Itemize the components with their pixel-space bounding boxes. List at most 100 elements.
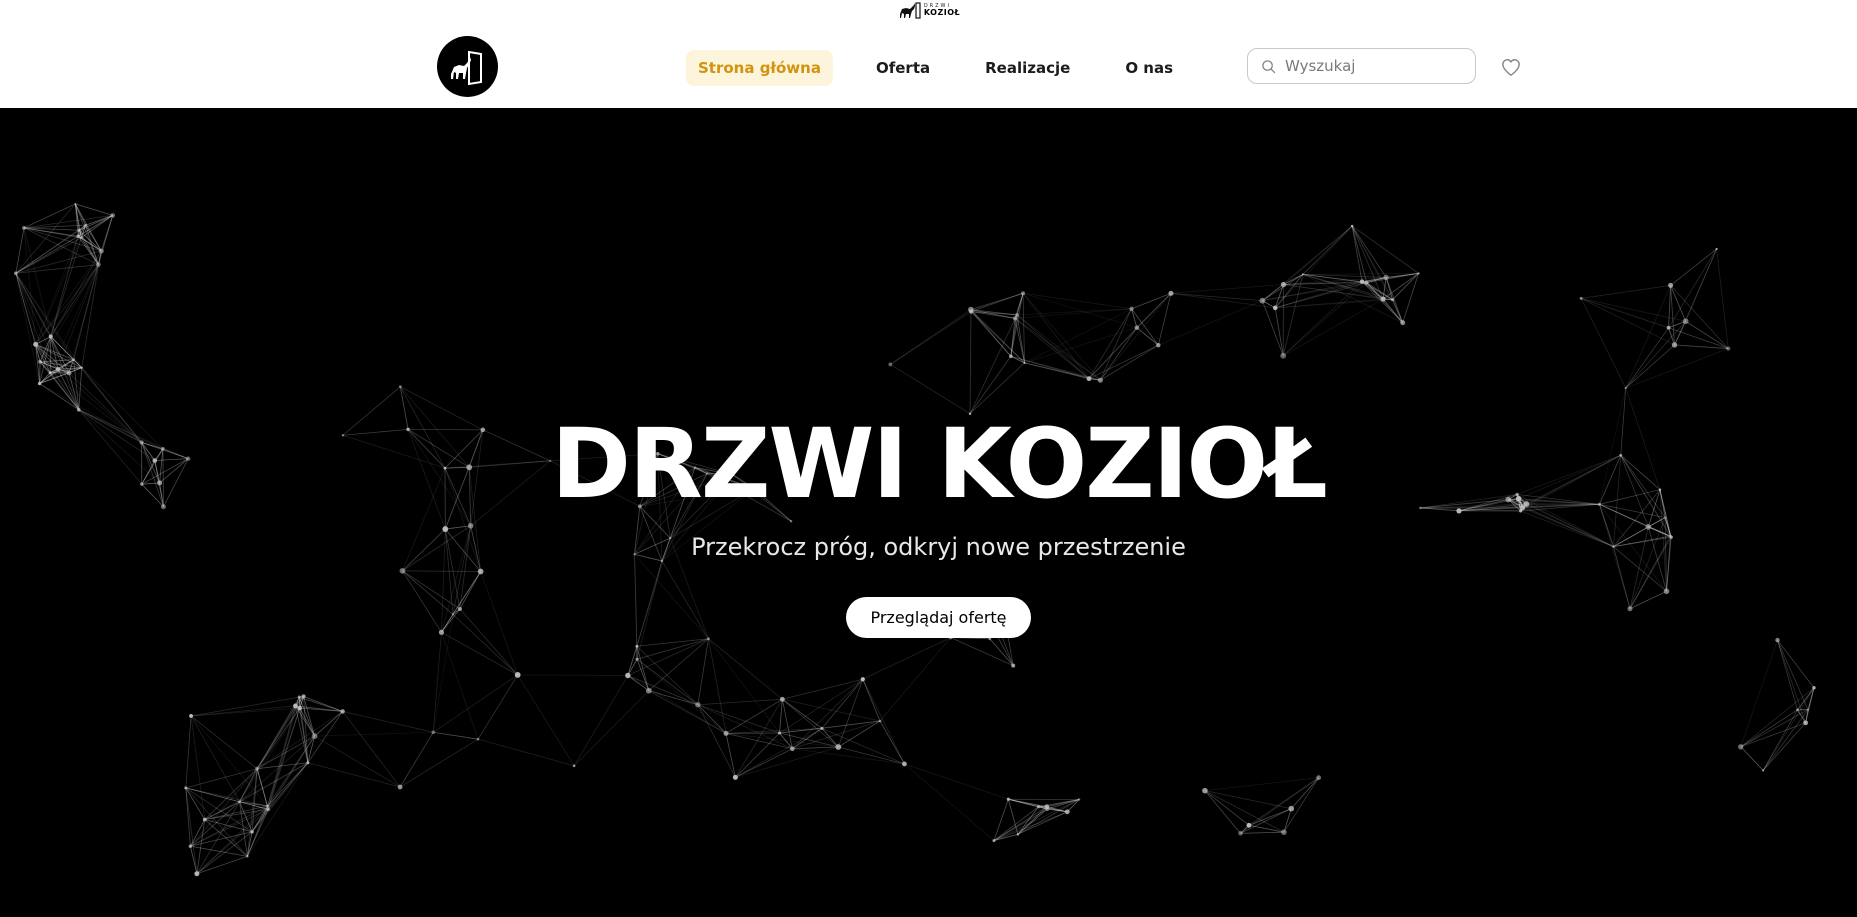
network-link	[459, 608, 518, 676]
mini-logo[interactable]: DRZWI KOZIOŁ	[897, 1, 960, 20]
network-node	[707, 637, 710, 641]
network-link	[15, 227, 25, 274]
network-node	[1246, 822, 1252, 828]
network-link	[402, 570, 481, 572]
network-link	[1762, 709, 1809, 771]
network-node	[1202, 787, 1208, 794]
network-link	[1580, 298, 1627, 389]
nav-item-oferta[interactable]: Oferta	[864, 50, 942, 86]
network-link	[1158, 300, 1263, 346]
network-node	[902, 761, 907, 767]
network-link	[1204, 790, 1250, 826]
network-link	[725, 732, 839, 748]
network-link	[452, 614, 518, 676]
network-node	[76, 234, 81, 239]
network-node	[255, 766, 260, 771]
network-link	[1625, 344, 1675, 389]
network-link	[1136, 293, 1172, 328]
network-link	[1740, 639, 1778, 747]
network-node	[77, 228, 81, 232]
network-link	[1022, 292, 1090, 379]
network-node	[110, 213, 116, 218]
network-node	[1044, 804, 1050, 809]
network-node	[992, 839, 996, 843]
network-node	[1380, 296, 1386, 302]
network-link	[1017, 811, 1068, 835]
network-link	[890, 309, 972, 365]
network-node	[1015, 312, 1020, 317]
search-box[interactable]	[1247, 48, 1476, 84]
network-node	[1036, 805, 1041, 809]
network-node	[1280, 281, 1287, 288]
network-link	[1170, 284, 1284, 294]
network-link	[1777, 639, 1806, 723]
network-link	[1022, 292, 1132, 310]
network-node	[48, 371, 52, 375]
network-link	[1262, 225, 1353, 301]
network-link	[1716, 248, 1729, 349]
network-link	[1010, 355, 1090, 380]
network-node	[1016, 833, 1020, 836]
network-node	[572, 764, 576, 768]
network-link	[185, 787, 240, 803]
network-link	[1282, 298, 1384, 357]
network-node	[732, 774, 738, 780]
nav-item-o-nas[interactable]: O nas	[1113, 50, 1185, 86]
network-link	[1402, 273, 1419, 323]
network-node	[194, 871, 200, 877]
network-node	[55, 366, 61, 372]
network-link	[989, 638, 1014, 666]
network-node	[306, 761, 310, 765]
network-link	[993, 806, 1048, 841]
network-node	[74, 202, 77, 205]
network-node	[477, 568, 484, 575]
network-link	[433, 731, 479, 740]
hero-subtitle: Przekrocz próg, odkryj nowe przestrzenie	[691, 533, 1186, 561]
network-link	[697, 698, 783, 706]
network-node	[1259, 297, 1266, 304]
search-input[interactable]	[1285, 57, 1455, 75]
network-link	[256, 711, 343, 770]
network-link	[433, 674, 518, 733]
network-node	[968, 306, 974, 313]
network-link	[1131, 308, 1138, 328]
network-link	[295, 705, 315, 737]
network-node	[37, 381, 42, 386]
network-link	[23, 227, 52, 337]
network-link	[1351, 225, 1387, 278]
network-node	[779, 696, 785, 702]
network-node	[1738, 744, 1744, 750]
mini-logo-word-big: KOZIOŁ	[923, 8, 961, 17]
network-link	[821, 678, 864, 729]
network-node	[635, 644, 639, 648]
network-link	[185, 787, 206, 820]
network-link	[904, 763, 1009, 800]
browse-offer-button[interactable]: Przeglądaj ofertę	[846, 597, 1031, 638]
heart-icon[interactable]	[1500, 57, 1522, 77]
site-logo[interactable]	[437, 36, 498, 97]
network-node	[1796, 708, 1799, 712]
goat-door-icon	[450, 50, 482, 85]
network-link	[1580, 298, 1675, 346]
network-link	[969, 356, 1012, 414]
network-node	[1666, 325, 1671, 330]
network-link	[1100, 344, 1159, 381]
network-link	[35, 237, 82, 345]
network-link	[185, 768, 258, 789]
network-link	[1625, 285, 1671, 389]
network-node	[1021, 291, 1026, 296]
network-link	[314, 731, 434, 737]
network-link	[191, 705, 296, 717]
nav-item-strona-glowna[interactable]: Strona główna	[686, 50, 833, 86]
network-node	[297, 705, 303, 711]
nav-item-realizacje[interactable]: Realizacje	[973, 50, 1082, 86]
network-node	[184, 786, 188, 790]
network-node	[66, 370, 72, 376]
network-link	[890, 364, 971, 415]
network-node	[778, 731, 782, 735]
network-link	[697, 704, 793, 750]
network-link	[1046, 799, 1080, 808]
network-link	[627, 675, 699, 706]
network-node	[266, 804, 269, 808]
network-link	[1740, 722, 1806, 748]
